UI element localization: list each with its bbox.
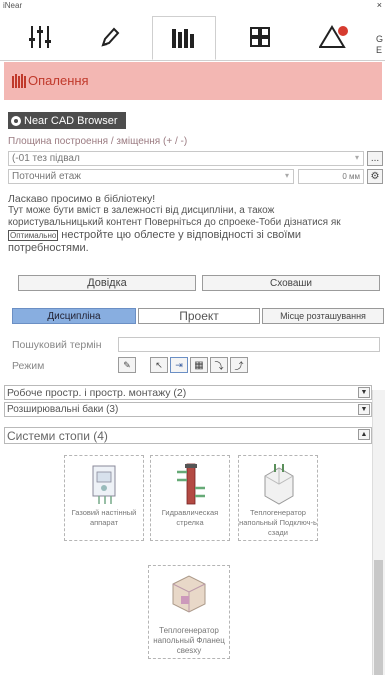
floor-boiler-rear-icon [264, 464, 294, 505]
welcome-line-4a: Оптимально [8, 230, 59, 241]
welcome-line-4b: нестройте цю облесте у відповідності зі … [61, 229, 302, 241]
offset-settings-button[interactable]: ⚙ [367, 169, 383, 184]
heating-bars-icon [12, 74, 26, 88]
welcome-line-1: Ласкаво просимо в бібліотеку! [8, 193, 156, 205]
welcome-line-3b: Поверніться до спроеке-Тоби дізнатися [144, 217, 329, 228]
chevron-down-icon: ▼ [358, 404, 370, 415]
window-titlebar: iNear × [0, 0, 385, 14]
placement-label: Площина построення / зміщення (+ / -) [8, 136, 188, 147]
tab-overflow: G E [376, 34, 383, 56]
mode-drag-button[interactable]: ⇥ [170, 357, 188, 373]
header-title: Опалення [28, 73, 89, 88]
insert-icon: ⤵ [214, 360, 224, 371]
mode-label: Режим [12, 360, 45, 372]
placement-value: (-01 тез підвал [12, 153, 80, 164]
chevron-down-icon: ▼ [358, 387, 370, 398]
tab-overflow-label-2: E [376, 45, 383, 55]
chevron-down-icon: ▾ [284, 171, 289, 180]
tab-overflow-label-1: G [376, 34, 384, 44]
search-input[interactable] [118, 337, 380, 352]
welcome-line-3c: як [330, 217, 341, 228]
tab-library[interactable] [152, 16, 216, 60]
floor-boiler-top-icon [172, 575, 206, 613]
current-floor-value: Поточний етаж [12, 171, 81, 182]
section-expansion-label: Розширювальні баки (3) [7, 404, 119, 415]
current-floor-select[interactable]: Поточний етаж ▾ [8, 169, 294, 184]
browser-title: Near CAD Browser [24, 114, 118, 127]
welcome-line-2: Тут може бути вміст в залежності від дис… [8, 205, 275, 216]
offset-value: 0 мм [342, 172, 360, 181]
search-label: Пошуковий термін [12, 339, 102, 351]
pen-icon: ✎ [123, 359, 131, 370]
welcome-line-4: Оптимально нестройте цю облесте у відпов… [8, 229, 380, 242]
placement-select[interactable]: (-01 тез підвал ▾ [8, 151, 364, 166]
close-button[interactable]: × [377, 0, 382, 10]
section-systems-label: Системи стопи (4) [7, 428, 108, 443]
item-caption: Теплогенератор напольный Подключ-ь сзади [239, 508, 317, 537]
hydraulic-separator-icon [177, 463, 205, 505]
offset-input[interactable]: 0 мм [298, 169, 364, 184]
mode-select-button[interactable]: ↖ [150, 357, 168, 373]
item-caption: Газовий настінный аппарат [71, 508, 137, 527]
warning-icon [319, 25, 348, 48]
library-icon [172, 29, 194, 48]
tab-pencil[interactable] [84, 16, 136, 58]
tab-project[interactable]: Проект [138, 308, 260, 324]
placement-more-button[interactable]: ... [367, 151, 383, 166]
mode-grid-button[interactable]: ▦ [190, 357, 208, 373]
drag-icon: ⇥ [175, 359, 183, 370]
pencil-icon [101, 27, 120, 47]
item-gas-boiler[interactable]: Газовий настінный аппарат [64, 455, 144, 541]
main-tabbar: G E [0, 14, 385, 61]
item-caption: Теплогенератор напольный Фланец свеsху [153, 626, 225, 655]
mode-connect-button[interactable]: ⤴ [230, 357, 248, 373]
discipline-header: Опалення [4, 62, 382, 100]
item-floor-boiler-rear[interactable]: Теплогенератор напольный Подключ-ь сзади [238, 455, 318, 541]
item-floor-boiler-top[interactable]: Теплогенератор напольный Фланец свеsху [148, 565, 230, 659]
gear-icon: ⚙ [370, 171, 380, 182]
browser-title-bar: Near CAD Browser [8, 112, 126, 129]
hide-button[interactable]: Сховаши [202, 275, 380, 291]
sliders-icon [29, 26, 51, 48]
section-systems[interactable]: Системи стопи (4) ▲ [4, 427, 372, 444]
help-button[interactable]: Довідка [18, 275, 196, 291]
section-workspace[interactable]: Робоче простр. і простр. монтажу (2) ▼ [4, 385, 372, 400]
welcome-line-5: потребностями. [8, 242, 89, 254]
grid-icon: ▦ [194, 359, 204, 371]
tab-warnings[interactable] [304, 16, 364, 58]
filter-tabs: Дисципліна Проект Місце розташування [12, 308, 384, 324]
results-scrollbar-thumb[interactable] [374, 560, 383, 675]
welcome-line-3: користувальницький контент Поверніться д… [8, 217, 380, 229]
grid-icon [250, 27, 270, 47]
welcome-text: Ласкаво просимо в бібліотеку! Тут може б… [8, 193, 380, 254]
welcome-line-3a: користувальницький контент [8, 217, 142, 228]
tab-location[interactable]: Місце розташування [262, 308, 384, 324]
chevron-up-icon: ▲ [358, 429, 370, 440]
mode-pen-button[interactable]: ✎ [118, 357, 136, 373]
item-hydraulic-separator[interactable]: Гидравлическая стрелка [150, 455, 230, 541]
tab-sliders[interactable] [14, 16, 66, 58]
mode-insert-button[interactable]: ⤵ [210, 357, 228, 373]
tab-grid[interactable] [232, 16, 288, 58]
gas-boiler-icon [92, 465, 116, 504]
pointer-icon: ↖ [155, 359, 163, 370]
section-expansion[interactable]: Розширювальні баки (3) ▼ [4, 402, 372, 417]
tab-discipline[interactable]: Дисципліна [12, 308, 136, 324]
chevron-down-icon: ▾ [354, 153, 359, 162]
connect-icon: ⤴ [234, 360, 244, 371]
browser-logo-icon [11, 115, 21, 126]
section-workspace-label: Робоче простр. і простр. монтажу (2) [7, 386, 187, 399]
item-caption: Гидравлическая стрелка [161, 508, 219, 527]
window-title: iNear [3, 1, 23, 10]
